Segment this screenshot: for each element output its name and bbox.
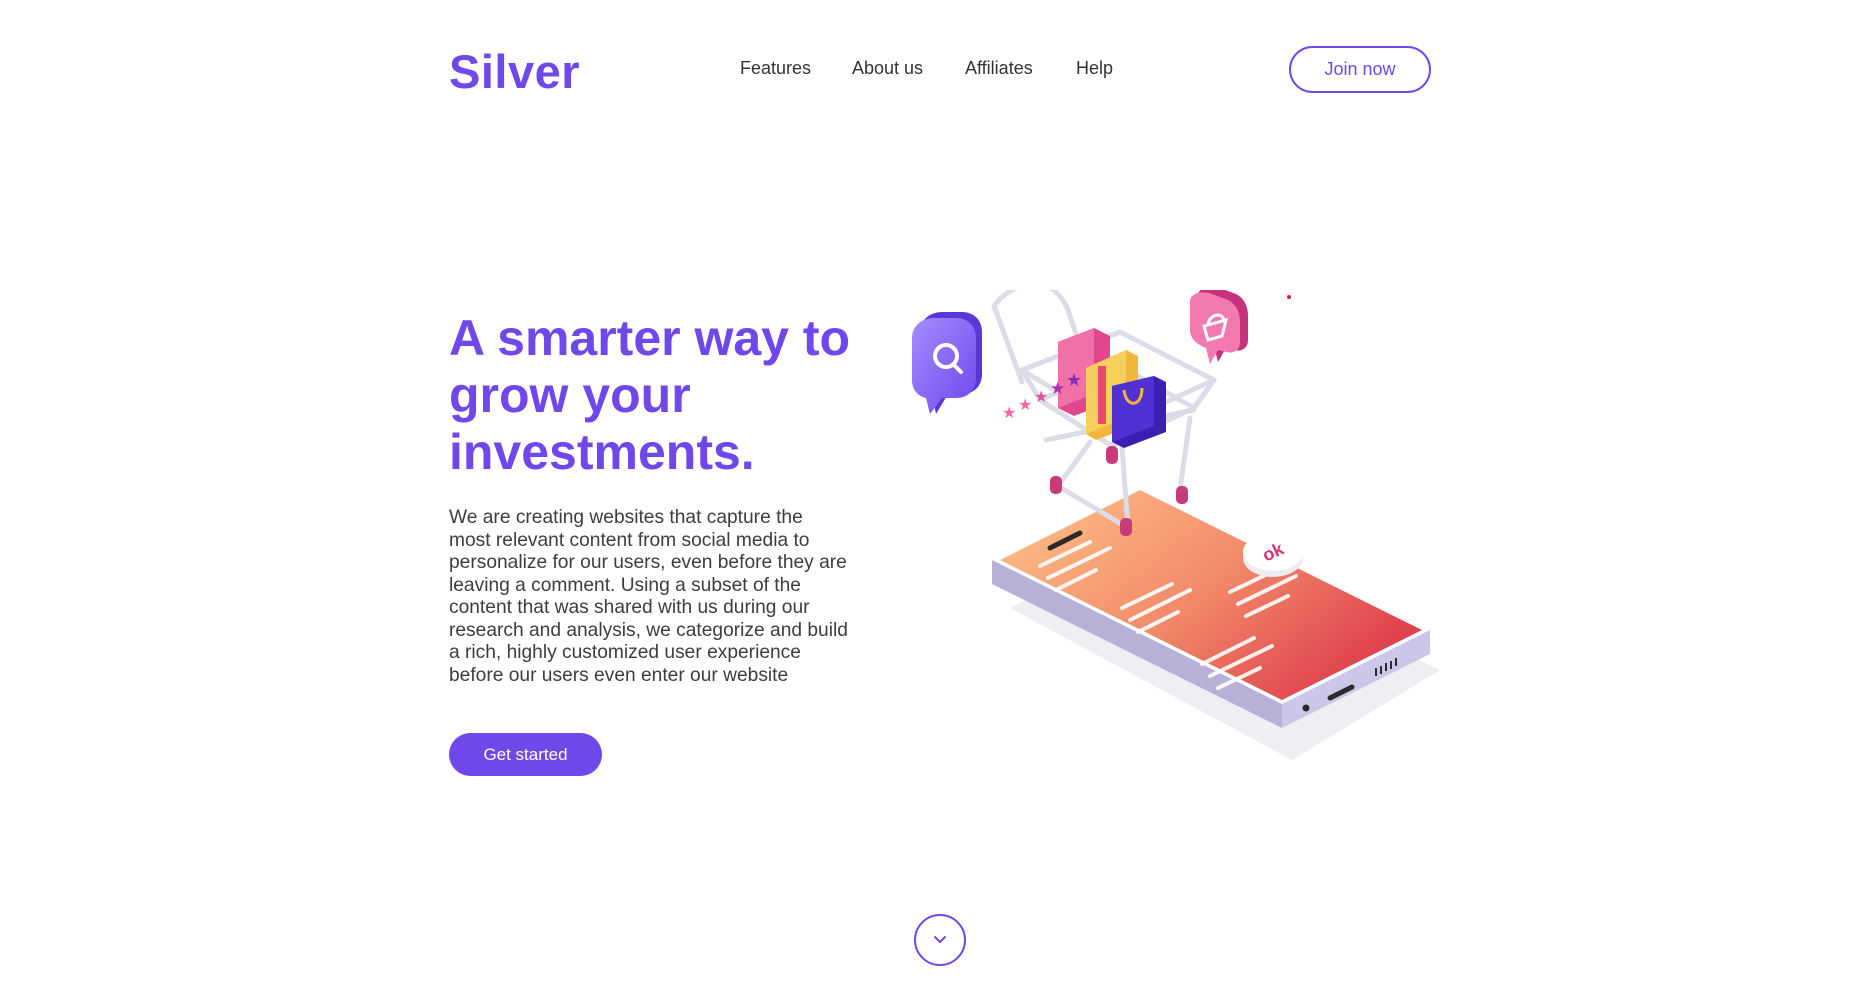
svg-text:★: ★ xyxy=(1050,379,1065,399)
basket-bubble-icon xyxy=(1190,290,1248,364)
site-header: Silver Features About us Affiliates Help… xyxy=(0,0,1854,140)
nav-link-help[interactable]: Help xyxy=(1076,58,1113,79)
search-bubble-icon xyxy=(912,312,982,414)
chevron-down-icon xyxy=(934,936,946,943)
svg-text:★: ★ xyxy=(1034,387,1048,406)
svg-text:★: ★ xyxy=(1002,403,1016,422)
ok-button-icon: ok xyxy=(1243,533,1303,577)
hero-description: We are creating websites that capture th… xyxy=(449,507,848,686)
hero-illustration: ok ★ ★ ★ ★ ★ xyxy=(912,290,1440,760)
nav-link-features[interactable]: Features xyxy=(740,58,811,79)
svg-text:★: ★ xyxy=(1066,370,1082,391)
scroll-down-button[interactable] xyxy=(914,914,966,966)
nav-link-about-us[interactable]: About us xyxy=(852,58,923,79)
join-now-button[interactable]: Join now xyxy=(1289,46,1431,93)
hero-title: A smarter way to grow your investments. xyxy=(449,310,851,480)
svg-text:★: ★ xyxy=(1018,395,1032,414)
get-started-button[interactable]: Get started xyxy=(449,733,602,776)
site-logo[interactable]: Silver xyxy=(449,44,580,99)
nav-link-affiliates[interactable]: Affiliates xyxy=(965,58,1033,79)
